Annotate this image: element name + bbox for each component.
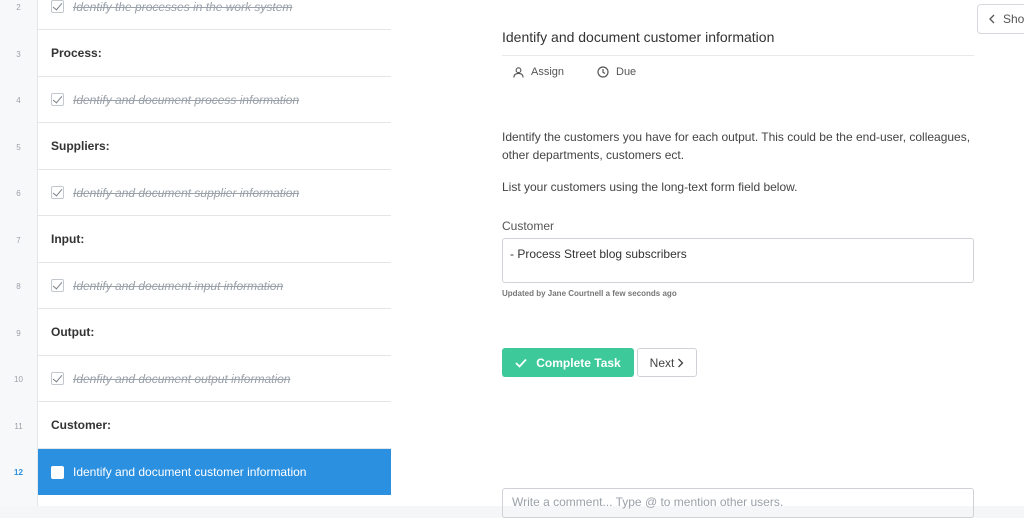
section-heading[interactable]: Input: bbox=[38, 217, 391, 263]
section-heading-label: Suppliers: bbox=[51, 139, 110, 153]
checklist-item-label: Identify and document customer informati… bbox=[73, 465, 307, 479]
line-number: 12 bbox=[14, 468, 23, 477]
divider bbox=[502, 55, 974, 56]
line-number: 2 bbox=[16, 3, 21, 12]
checklist-item[interactable]: Idenfity and document output information bbox=[38, 356, 391, 402]
task-instructions: List your customers using the long-text … bbox=[502, 180, 798, 194]
checklist-item-label: Idenfity and document output information bbox=[73, 371, 291, 386]
checklist-item-label: Identify and document input information bbox=[73, 278, 284, 293]
due-label: Due bbox=[616, 66, 637, 78]
next-button[interactable]: Next bbox=[637, 348, 697, 377]
checklist-item-label: Identify and document supplier informati… bbox=[73, 185, 300, 200]
checklist-item[interactable]: Identify the processes in the work syste… bbox=[38, 0, 391, 30]
checkbox[interactable] bbox=[51, 465, 64, 479]
show-label: Sho bbox=[1003, 12, 1024, 26]
task-description: Identify the customers you have for each… bbox=[502, 130, 971, 162]
checkbox[interactable] bbox=[51, 0, 64, 13]
section-heading[interactable]: Customer: bbox=[38, 403, 391, 449]
updated-by-text: Updated by Jane Courtnell a few seconds … bbox=[502, 289, 677, 298]
checkbox[interactable] bbox=[51, 279, 64, 292]
complete-task-label: Complete Task bbox=[536, 355, 621, 370]
section-heading[interactable]: Suppliers: bbox=[38, 124, 391, 170]
checklist-item[interactable]: Identify and document input information bbox=[38, 263, 391, 309]
task-detail-panel: Identify and document customer informati… bbox=[391, 0, 1024, 518]
clock-icon bbox=[597, 66, 609, 78]
checklist-item-label: Identify the processes in the work syste… bbox=[73, 0, 293, 14]
checklist-item[interactable]: Identify and document supplier informati… bbox=[38, 170, 391, 216]
section-heading-label: Process: bbox=[51, 46, 102, 60]
line-number: 6 bbox=[16, 189, 21, 198]
section-heading[interactable]: Process: bbox=[38, 31, 391, 77]
line-number: 8 bbox=[16, 282, 21, 291]
customer-field-label: Customer bbox=[502, 219, 555, 233]
task-title: Identify and document customer informati… bbox=[502, 29, 775, 45]
checkbox[interactable] bbox=[51, 93, 64, 106]
section-heading-label: Input: bbox=[51, 232, 85, 246]
checklist-item-label: Identify and document process informatio… bbox=[73, 92, 300, 107]
user-icon bbox=[513, 66, 524, 78]
line-number-gutter: 2 3 4 5 6 7 8 9 10 11 12 bbox=[0, 0, 37, 506]
checkbox[interactable] bbox=[51, 372, 64, 385]
assign-label: Assign bbox=[531, 66, 565, 78]
checkbox[interactable] bbox=[51, 186, 64, 199]
line-number: 9 bbox=[16, 328, 21, 338]
assign-button[interactable]: Assign bbox=[513, 66, 564, 78]
checklist: Identify the processes in the work syste… bbox=[37, 0, 392, 506]
check-icon bbox=[515, 358, 527, 368]
section-heading[interactable]: Output: bbox=[38, 310, 391, 356]
customer-textarea[interactable]: - Process Street blog subscribers bbox=[502, 238, 974, 283]
section-heading-label: Customer: bbox=[51, 418, 112, 432]
checklist-item[interactable]: Identify and document process informatio… bbox=[38, 77, 391, 123]
next-label: Next bbox=[649, 355, 675, 370]
line-number: 4 bbox=[16, 96, 21, 105]
show-sidebar-button[interactable]: Sho bbox=[977, 4, 1024, 34]
section-heading-label: Output: bbox=[51, 325, 95, 339]
chevron-right-icon bbox=[678, 358, 684, 367]
comment-input[interactable]: Write a comment... Type @ to mention oth… bbox=[502, 488, 974, 518]
line-number: 7 bbox=[16, 235, 21, 245]
complete-task-button[interactable]: Complete Task bbox=[502, 348, 634, 377]
line-number: 3 bbox=[16, 49, 21, 59]
line-number: 11 bbox=[14, 421, 23, 431]
due-button[interactable]: Due bbox=[597, 66, 636, 78]
line-number: 10 bbox=[14, 375, 23, 384]
chevron-left-icon bbox=[989, 14, 995, 24]
checklist-item[interactable]: Identify and document customer informati… bbox=[38, 449, 391, 495]
line-number: 5 bbox=[16, 142, 21, 152]
